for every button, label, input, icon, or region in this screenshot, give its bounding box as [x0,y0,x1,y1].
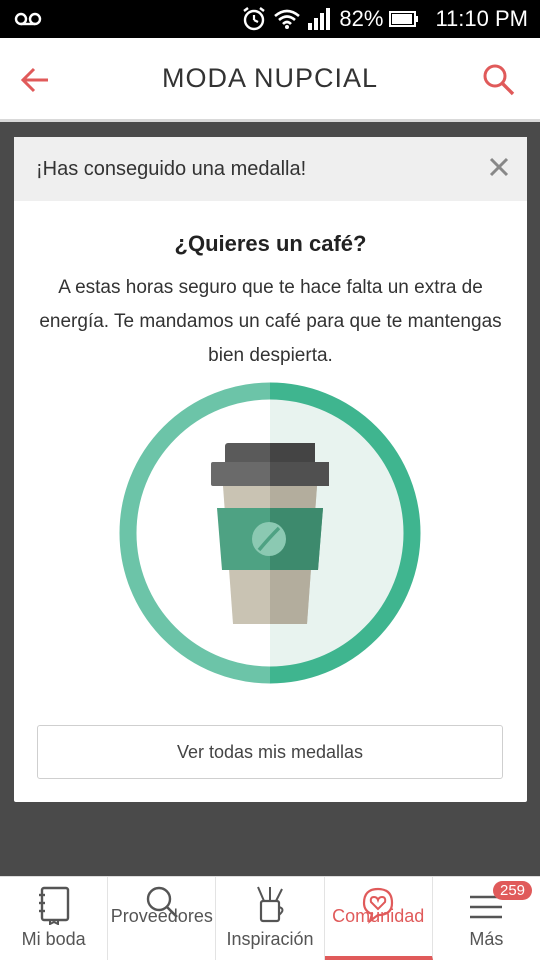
nav-label-inspiracion: Inspiración [226,929,314,949]
nav-item-proveedores[interactable]: Proveedores [108,877,217,960]
alarm-icon [243,7,266,31]
dialog-header: ¡Has conseguido una medalla! [14,137,527,201]
wifi-icon [274,9,301,29]
back-button[interactable] [20,60,56,100]
clock: 11:10 PM [435,6,528,31]
nav-item-mi-boda[interactable]: Mi boda [0,877,109,960]
battery-percentage: 82% [339,6,384,31]
battery-icon [389,11,419,27]
nav-label-mi-boda: Mi boda [21,929,86,949]
search-button[interactable] [482,60,522,100]
medal-dialog: ¡Has conseguido una medalla! ¿Quieres un… [14,137,527,802]
signal-icon [308,8,331,30]
page-title: MODA NUPCIAL [161,63,379,93]
notification-badge: 259 [492,881,533,900]
nav-label-proveedores: Proveedores [110,906,213,926]
close-button[interactable] [487,155,511,179]
app-header: MODA NUPCIAL [0,38,540,122]
close-icon [489,157,509,177]
voicemail-icon [14,12,42,26]
dialog-header-text: ¡Has conseguido una medalla! [36,157,307,180]
nav-item-inspiracion[interactable]: Inspiración [216,877,325,960]
bottom-navigation: Mi boda Proveedores Inspiración Comunida… [0,876,540,960]
coffee-medal-icon [119,382,421,684]
nav-item-mas[interactable]: 259 Más [433,877,540,960]
dialog-title: ¿Quieres un café? [174,231,367,256]
nav-label-comunidad: Comunidad [332,906,425,926]
nav-label-mas: Más [469,929,504,949]
back-arrow-icon [20,67,48,93]
search-icon [483,64,515,96]
status-bar: 82% 11:10 PM [0,0,540,38]
pencil-cup-icon [257,886,284,923]
view-all-medals-button[interactable]: Ver todas mis medallas [37,725,503,779]
notebook-icon [38,886,69,925]
dialog-message: A estas horas seguro que te hace falta u… [39,277,502,366]
nav-item-comunidad[interactable]: Comunidad [324,877,433,960]
